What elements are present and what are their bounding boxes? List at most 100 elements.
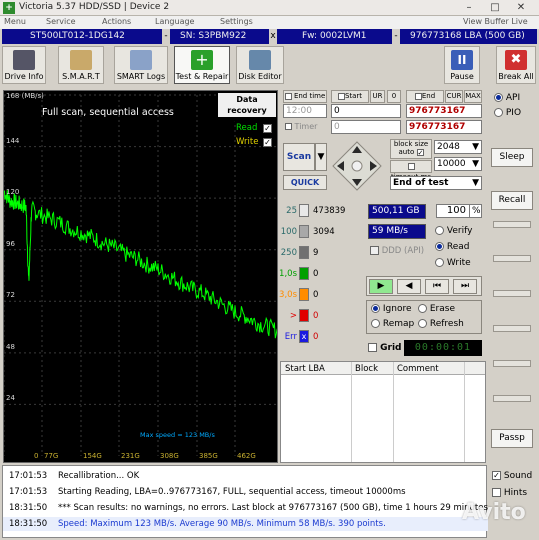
block-size-select[interactable]: 2048 ▼ (434, 140, 482, 154)
maximize-button[interactable]: □ (484, 1, 506, 15)
read-radio[interactable]: Read (435, 242, 470, 252)
device-model: ST500LT012-1DG142 (30, 31, 125, 41)
ddd-api-checkbox[interactable]: DDD (API) (370, 246, 424, 256)
graph-top-label: 168 (MB/s) (6, 92, 44, 100)
refresh-radio[interactable]: Refresh (418, 319, 464, 329)
y-tick-label: 96 (6, 239, 15, 248)
stat-row: 100 3094 (280, 225, 363, 241)
end-time-input[interactable]: 12:00 (283, 104, 327, 118)
stat-color-box (299, 309, 309, 322)
max-button[interactable]: MAX (464, 90, 482, 103)
stat-label: 3,0s (279, 290, 297, 300)
device-info-bar: ST500LT012-1DG142 - SN: S3PBM922 x Fw: 0… (2, 29, 537, 44)
block-size-box: block size auto ✓ (390, 139, 432, 159)
menu-item-settings[interactable]: Settings (220, 17, 253, 26)
x-tick-label: 0 (34, 452, 39, 460)
percent-display: 100 (436, 204, 470, 218)
timer-label: Timer (285, 122, 317, 131)
log-row: 17:01:53 Starting Reading, LBA=0..9767731… (3, 485, 488, 499)
end-of-test-select[interactable]: End of test ▼ (390, 176, 482, 190)
stat-row: 3,0s 0 (279, 288, 363, 304)
menu-item-view-buffer[interactable]: View Buffer Live (463, 17, 528, 26)
bad-blocks-table: Start LBA Block Comment (280, 361, 486, 463)
read-legend-label: Read (236, 123, 258, 133)
menu-item-actions[interactable]: Actions (102, 17, 131, 26)
api-radio[interactable]: API (494, 93, 520, 103)
start-lba-input[interactable]: 0 (331, 104, 401, 118)
log-text: *** Scan results: no warnings, no errors… (58, 503, 488, 513)
passp-button[interactable]: Passp (491, 429, 533, 448)
skip-back-icon[interactable]: ⏮ (425, 279, 449, 294)
disk-editor-button[interactable]: Disk Editor (236, 46, 284, 84)
end-lba-current: 976773167 (406, 120, 482, 134)
hints-checkbox[interactable]: Hints (492, 488, 527, 498)
stat-row: Err x 0 (283, 330, 363, 346)
write-radio[interactable]: Write (435, 258, 471, 268)
end-lba-input[interactable]: 976773167 (406, 104, 482, 118)
read-series-line (4, 190, 277, 339)
smart-button[interactable]: S.M.A.R.T (58, 46, 104, 84)
separator: - (392, 29, 400, 44)
recall-button[interactable]: Recall (491, 191, 533, 210)
menu-item-menu[interactable]: Menu (4, 17, 26, 26)
cur-button[interactable]: CUR (445, 90, 463, 103)
avito-watermark: Avito (462, 500, 526, 525)
ur-button[interactable]: UR (370, 90, 385, 103)
smart-logs-icon (130, 50, 152, 70)
quick-button[interactable]: QUICK (283, 175, 327, 190)
smart-logs-button[interactable]: SMART Logs (114, 46, 168, 84)
window-title: Victoria 5.37 HDD/SSD | Device 2 (19, 2, 170, 12)
stat-label: 100 (280, 227, 297, 237)
stat-color-box (299, 204, 309, 217)
sound-checkbox[interactable]: ✓ Sound (492, 471, 532, 481)
stat-count: 473839 (313, 206, 346, 216)
device-capacity: 976773168 LBA (500 GB) (410, 31, 525, 41)
percent-unit: % (470, 204, 482, 218)
pause-icon: II (451, 50, 473, 70)
test-repair-button[interactable]: + Test & Repair (174, 46, 230, 84)
minimize-button[interactable]: – (458, 1, 480, 15)
log-text: Starting Reading, LBA=0..976773167, FULL… (58, 487, 406, 497)
remap-radio[interactable]: Remap (371, 319, 414, 329)
menu-item-language[interactable]: Language (155, 17, 194, 26)
timer-input[interactable]: 0 (331, 120, 401, 134)
verify-radio[interactable]: Verify (435, 226, 472, 236)
log-time: 17:01:53 (9, 471, 48, 481)
y-tick-label: 72 (6, 291, 15, 300)
ignore-radio[interactable]: Ignore (371, 304, 412, 314)
read-legend-checkbox[interactable]: ✓ (263, 124, 272, 133)
stat-label: Err (284, 332, 297, 342)
write-legend-checkbox[interactable]: ✓ (263, 138, 272, 147)
step-back-icon[interactable]: ◀ (397, 279, 421, 294)
scan-dropdown-arrow[interactable]: ▼ (315, 143, 327, 171)
grid-checkbox[interactable]: Grid (368, 343, 402, 353)
x-tick-label: 231G (121, 452, 140, 460)
stat-color-box (299, 246, 309, 259)
x-tick-label: 385G (199, 452, 218, 460)
timeout-select[interactable]: 10000 ▼ (434, 157, 482, 171)
disk-editor-icon (249, 50, 271, 70)
y-tick-label: 24 (6, 394, 15, 403)
stat-row: >0 (283, 309, 363, 325)
play-icon[interactable]: ▶ (369, 279, 393, 294)
menu-item-service[interactable]: Service (46, 17, 76, 26)
skip-forward-icon[interactable]: ⏭ (453, 279, 477, 294)
stat-row: 1,0s 0 (279, 267, 363, 283)
pio-radio[interactable]: PIO (494, 108, 521, 118)
app-icon: + (3, 2, 15, 14)
break-all-button[interactable]: ✖ Break All (496, 46, 536, 84)
stat-count: 9 (313, 248, 319, 258)
erase-radio[interactable]: Erase (418, 304, 455, 314)
x-tick-label: 308G (160, 452, 179, 460)
stat-label: 25 (286, 206, 297, 216)
block-stats: 25 473839 100 3094 250 9 1,0s 0 3,0s 0 >0 Err x 0 (279, 204, 363, 354)
drive-info-button[interactable]: Drive Info (2, 46, 46, 84)
start-lba-zero-button[interactable]: 0 (387, 90, 401, 103)
scan-button[interactable]: Scan (283, 143, 315, 171)
title-bar: + Victoria 5.37 HDD/SSD | Device 2 – □ ✕ (0, 0, 539, 16)
menu-bar: Menu Service Actions Language Settings V… (0, 16, 539, 29)
table-header-comment: Comment (397, 364, 439, 374)
close-button[interactable]: ✕ (510, 1, 532, 15)
pause-button[interactable]: II Pause (444, 46, 480, 84)
sleep-button[interactable]: Sleep (491, 148, 533, 167)
